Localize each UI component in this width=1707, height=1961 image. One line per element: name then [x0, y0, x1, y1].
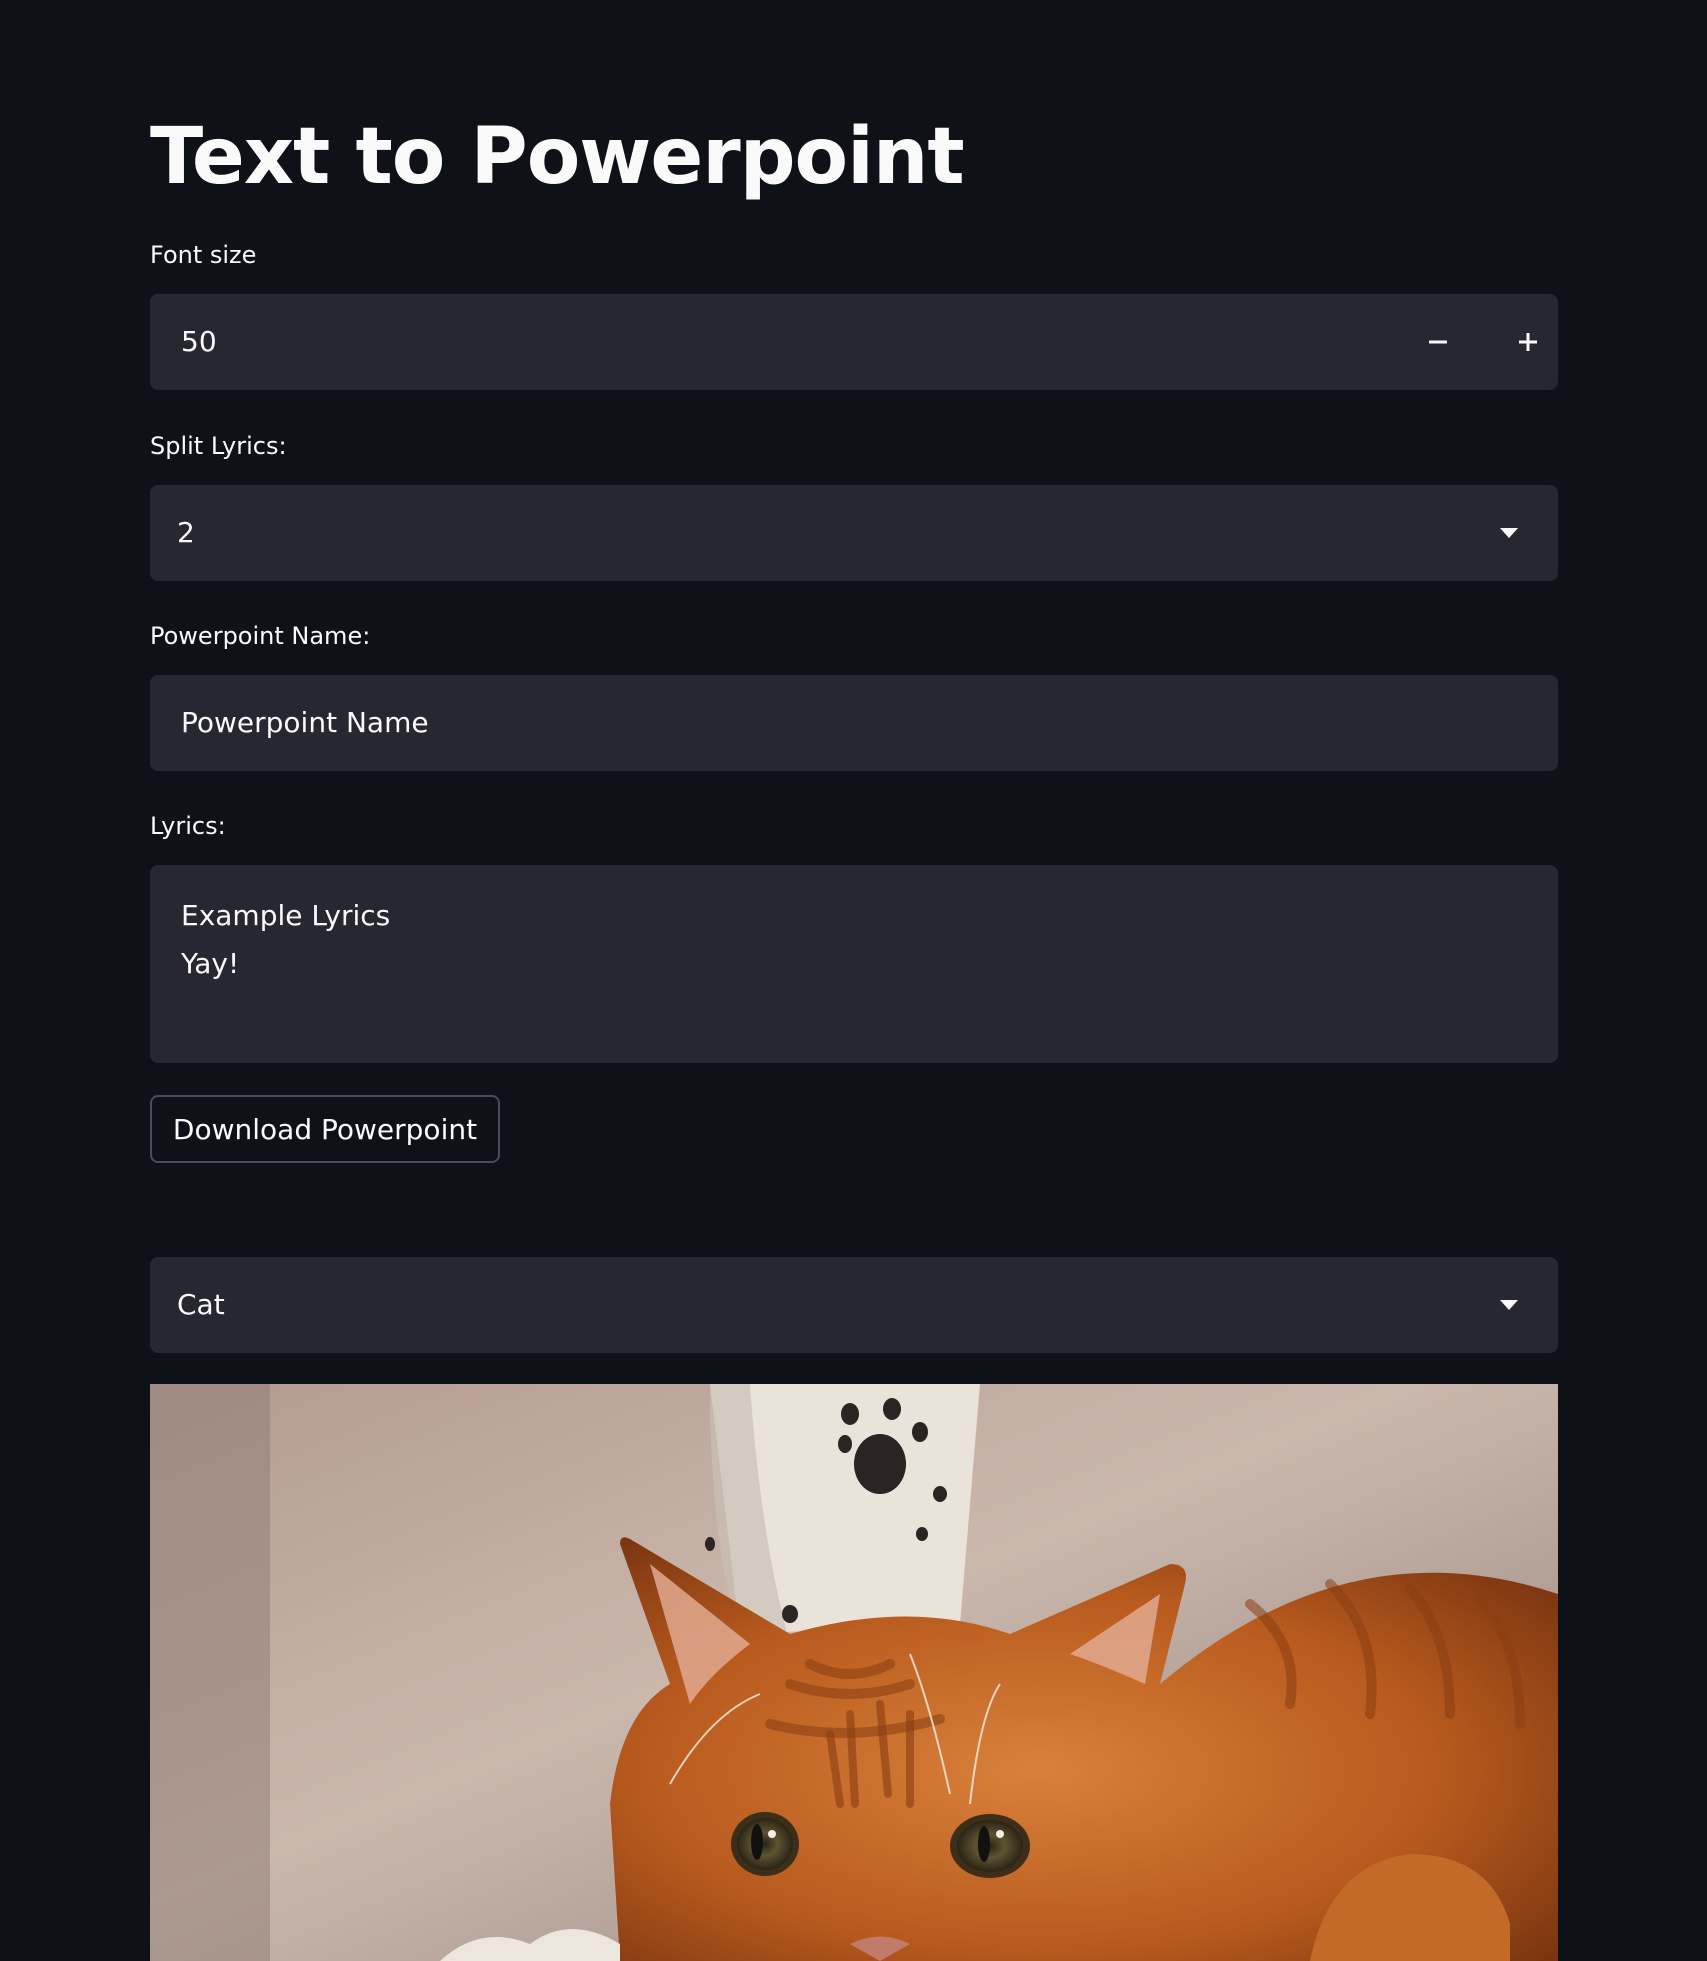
lyrics-textarea[interactable]: Example Lyrics Yay!	[150, 865, 1558, 1063]
image-select[interactable]: Cat	[150, 1257, 1558, 1353]
lyrics-label: Lyrics:	[150, 812, 226, 840]
font-size-input[interactable]: 50	[181, 324, 217, 360]
split-lyrics-label: Split Lyrics:	[150, 432, 287, 460]
powerpoint-name-label: Powerpoint Name:	[150, 622, 371, 650]
caret-down-icon	[1500, 528, 1518, 538]
caret-down-icon	[1500, 1300, 1518, 1310]
minus-icon	[1429, 340, 1447, 344]
plus-icon	[1519, 333, 1537, 351]
increment-button[interactable]	[1483, 294, 1573, 390]
decrement-button[interactable]	[1393, 294, 1483, 390]
font-size-stepper: 50	[150, 294, 1558, 390]
lyrics-line: Example Lyrics	[181, 899, 391, 932]
page-title: Text to Powerpoint	[150, 112, 965, 202]
image-select-value: Cat	[177, 1288, 225, 1321]
split-lyrics-select[interactable]: 2	[150, 485, 1558, 581]
cat-image	[150, 1384, 1558, 1961]
download-powerpoint-button[interactable]: Download Powerpoint	[150, 1095, 500, 1163]
app-page: Text to Powerpoint Font size 50 Split Ly…	[0, 0, 1707, 1961]
font-size-label: Font size	[150, 241, 257, 269]
powerpoint-name-input[interactable]: Powerpoint Name	[181, 705, 429, 741]
lyrics-line: Yay!	[181, 947, 240, 980]
split-lyrics-value: 2	[177, 516, 195, 549]
powerpoint-name-field[interactable]: Powerpoint Name	[150, 675, 1558, 771]
